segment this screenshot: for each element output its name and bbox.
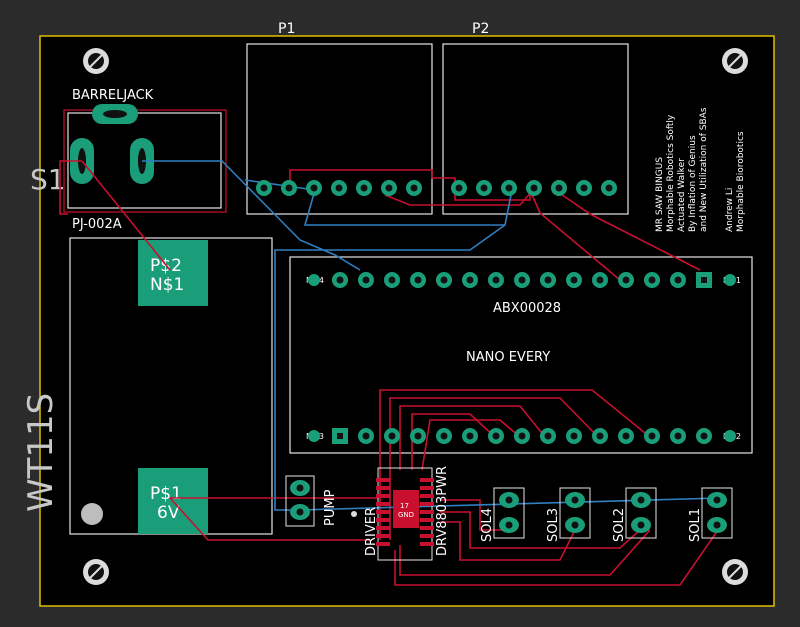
nano-bottom-pin-row <box>332 428 712 444</box>
p1-label: P1 <box>278 21 295 37</box>
note-line-2: Morphable Robotics Softly <box>666 114 676 232</box>
pcb-layout: P1 P2 BARRELJACK S1 PJ-002A WT11S P$2 N$… <box>21 21 775 607</box>
note-line-7: Morphable Biorobotics <box>736 131 746 232</box>
chip-num-label: 17 <box>400 502 409 510</box>
chip-gnd-label: GND <box>398 511 414 519</box>
note-line-3: Actuated Walker <box>677 158 687 232</box>
sol3-label: SOL3 <box>546 508 561 542</box>
pump-label: PUMP <box>323 489 338 526</box>
mounting-hole-bottom-left <box>83 559 109 585</box>
barreljack-label: BARRELJACK <box>72 88 154 103</box>
pj002a-label: PJ-002A <box>72 217 122 232</box>
note-line-4: By Inflation of Genius <box>688 135 698 232</box>
note-line-1: MR SAW BINGUS <box>655 157 665 232</box>
wt11s-marker-dot <box>81 503 103 525</box>
drv-label: DRV8803PWR <box>435 466 450 556</box>
driver-label: DRIVER <box>364 507 379 556</box>
nano-top-pin-row <box>332 272 712 288</box>
note-line-6: Andrew Li <box>725 188 735 232</box>
mounting-hole-top-left <box>83 48 109 74</box>
p2-label: P2 <box>472 21 489 37</box>
nano-label: NANO EVERY <box>466 350 550 365</box>
sol4-label: SOL4 <box>480 508 495 542</box>
sol2-label: SOL2 <box>612 508 627 542</box>
sol1-label: SOL1 <box>688 508 703 542</box>
mounting-hole-bottom-right <box>722 559 748 585</box>
mounting-hole-top-right <box>722 48 748 74</box>
note-line-5: and New Utilization of SBAs <box>699 107 709 232</box>
ps1-label: P$1 <box>150 484 182 504</box>
abx-label: ABX00028 <box>493 301 561 316</box>
ns1-label: N$1 <box>150 275 184 295</box>
wt11s-label: WT11S <box>21 393 61 512</box>
